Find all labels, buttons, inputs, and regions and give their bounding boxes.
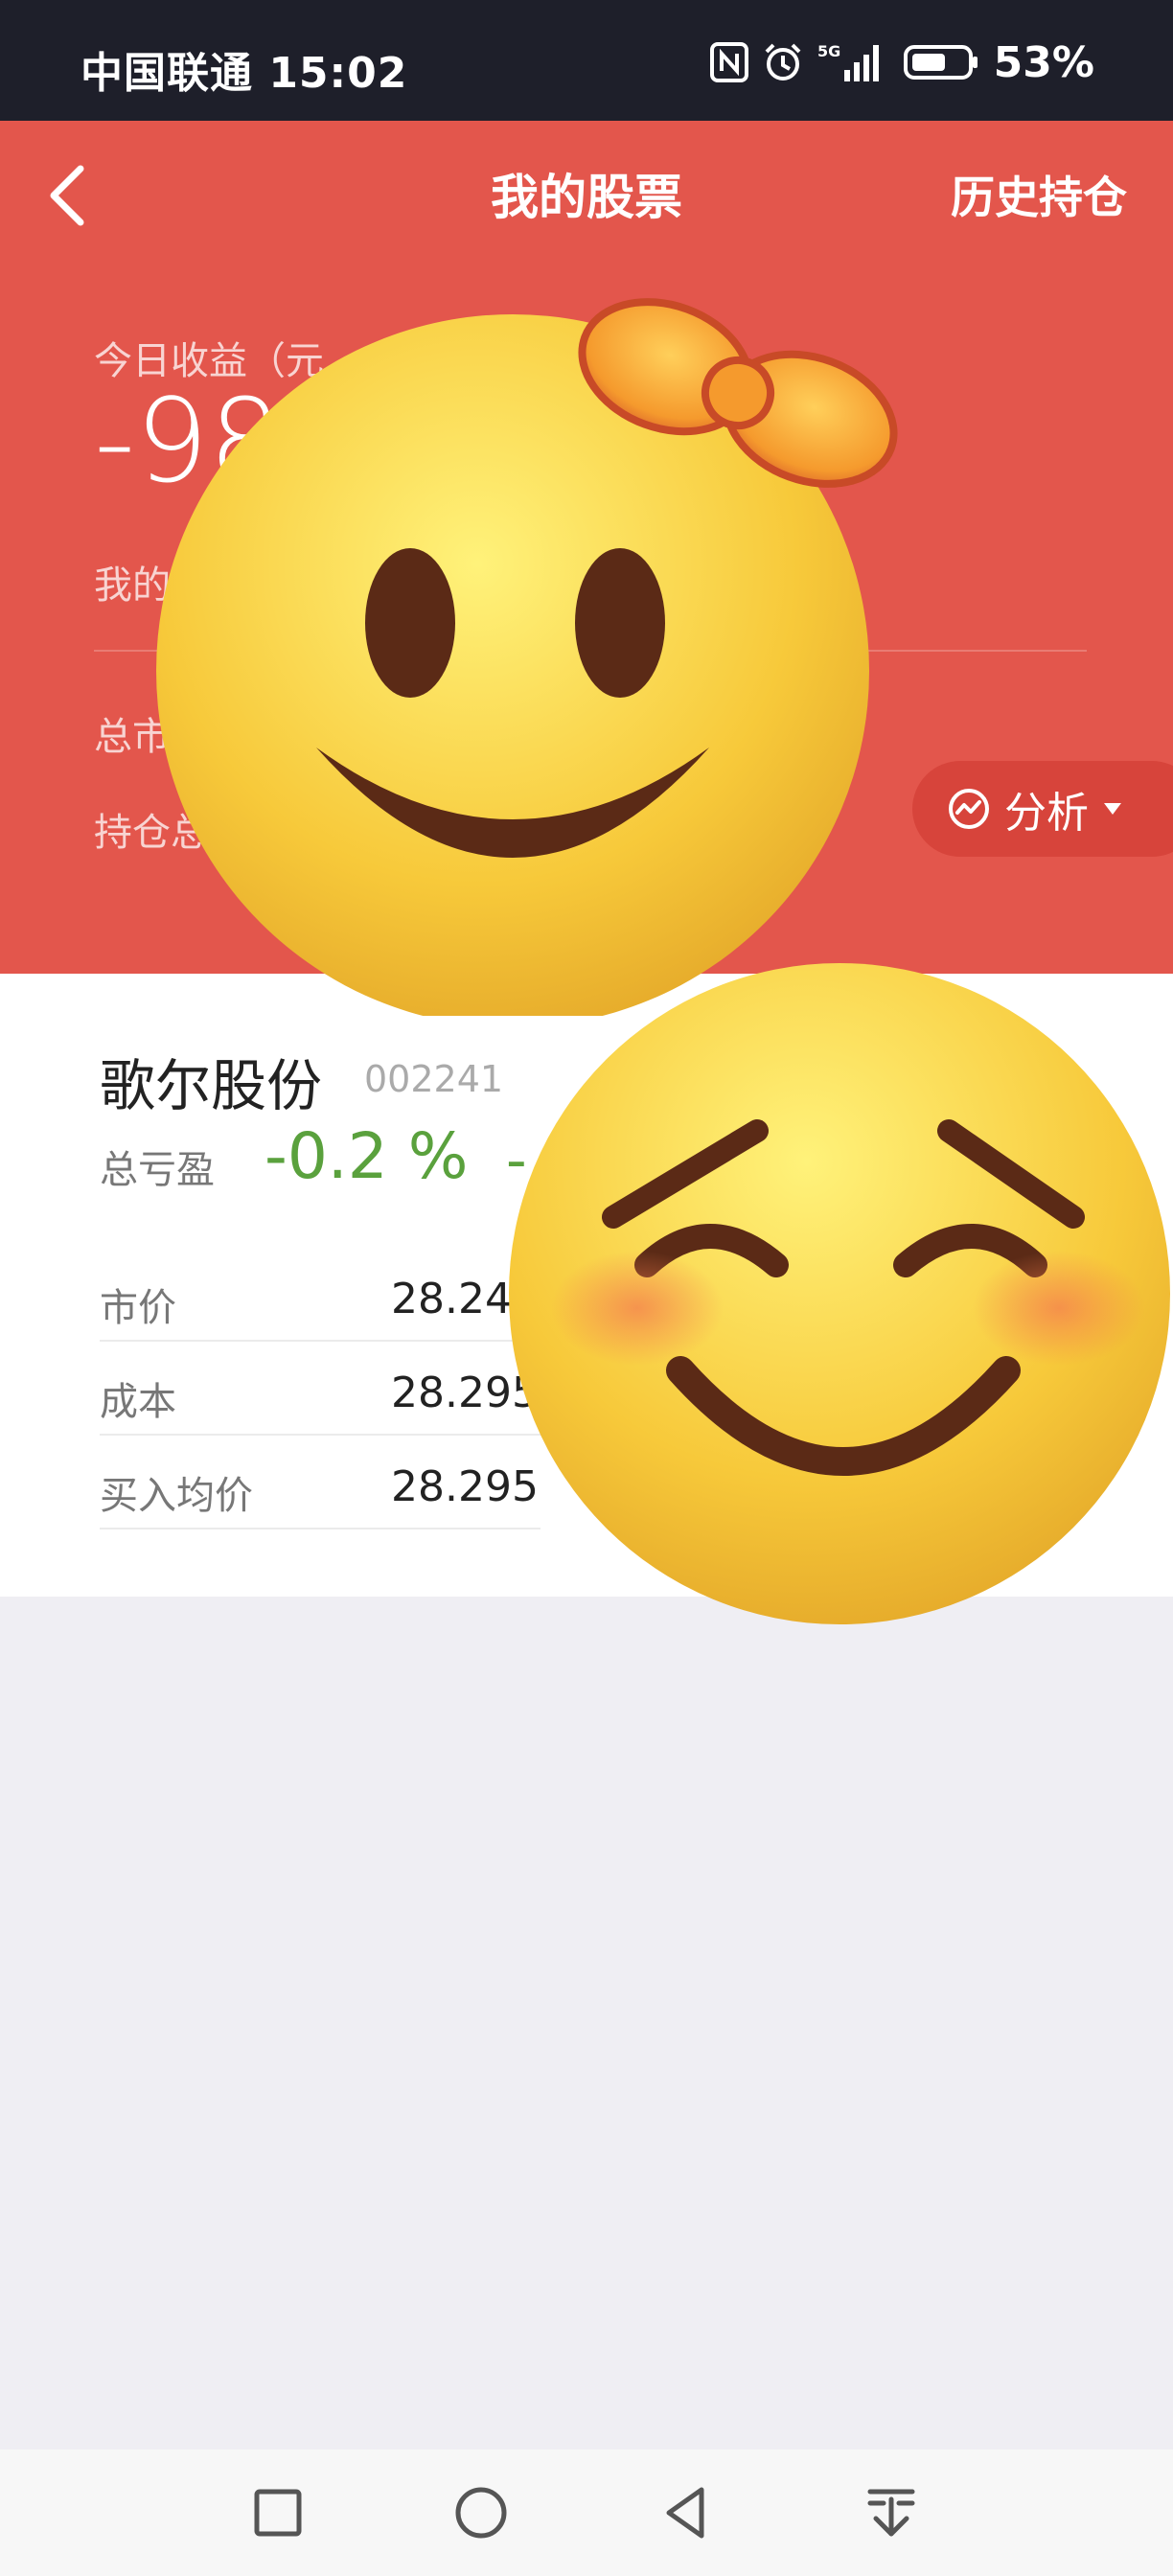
row-label: 成本 — [100, 1380, 176, 1424]
detail-row-market-price: 市价 28.24 — [100, 1248, 540, 1342]
analysis-chart-icon — [949, 789, 989, 829]
recent-apps-icon — [254, 2489, 302, 2537]
history-holdings-link[interactable]: 历史持仓 — [951, 163, 1127, 226]
stock-name: 歌尔股份 — [100, 1053, 323, 1118]
detail-row-avg-buy-price: 买入均价 28.295 — [100, 1436, 540, 1530]
notification-pull-icon — [867, 2489, 915, 2537]
status-icons: 5G 53% — [709, 37, 1094, 87]
status-bar: 中国联通 15:02 5G 53% — [0, 0, 1173, 121]
row-label: 买入均价 — [100, 1474, 253, 1518]
notification-pull-button[interactable] — [857, 2478, 926, 2547]
detail-row-cost: 成本 28.295 — [100, 1342, 540, 1436]
recent-apps-button[interactable] — [243, 2478, 312, 2547]
back-triangle-icon — [666, 2487, 704, 2539]
total-pl-percent: -0.2 % — [264, 1119, 469, 1193]
analysis-label: 分析 — [1004, 789, 1089, 838]
back-nav-button[interactable] — [652, 2478, 721, 2547]
analysis-button[interactable]: 分析 — [912, 761, 1173, 857]
total-pl-label: 总亏盈 — [100, 1148, 215, 1192]
row-value: 28.24 — [391, 1275, 512, 1323]
carrier-time: 中国联通 15:02 — [80, 49, 408, 98]
nfc-icon — [709, 42, 748, 82]
battery-icon — [903, 43, 980, 81]
system-nav-bar — [0, 2450, 1173, 2576]
svg-text:5G: 5G — [817, 42, 840, 60]
battery-percent: 53% — [993, 37, 1094, 87]
home-icon — [455, 2487, 507, 2539]
smile-bow-emoji-sticker — [153, 240, 901, 1027]
row-label: 市价 — [100, 1286, 176, 1330]
stock-code: 002241 — [364, 1058, 504, 1100]
signal-icon: 5G — [817, 41, 890, 83]
blushing-smile-emoji-sticker — [498, 958, 1173, 1629]
home-button[interactable] — [447, 2478, 516, 2547]
caret-down-icon — [1104, 803, 1121, 815]
alarm-icon — [762, 41, 804, 83]
